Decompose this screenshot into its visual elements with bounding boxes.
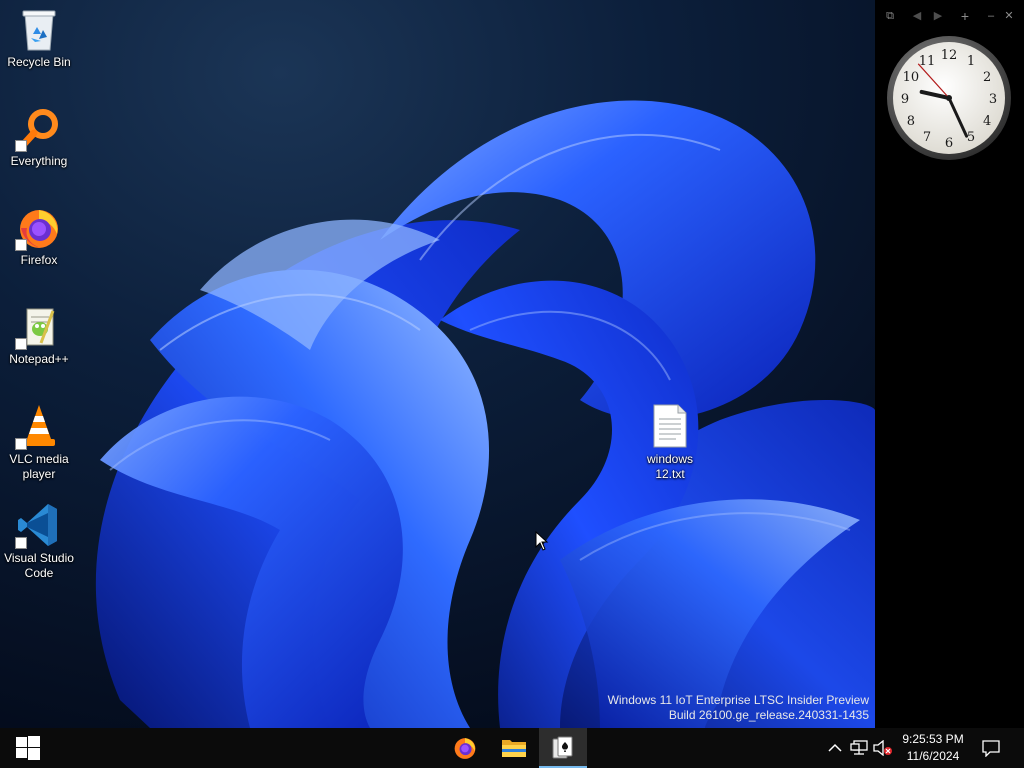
clock-numeral: 4 — [983, 114, 991, 129]
shortcut-arrow-icon — [15, 338, 27, 350]
desktop-icon-recycle-bin[interactable]: Recycle Bin — [1, 8, 77, 70]
clock-numeral: 10 — [903, 70, 920, 85]
clock-date: 11/6/2024 — [906, 749, 960, 763]
clock-pivot — [946, 95, 952, 101]
desktop-wallpaper — [0, 0, 875, 728]
minimize-icon[interactable]: – — [985, 9, 997, 23]
build-watermark: Windows 11 IoT Enterprise LTSC Insider P… — [608, 693, 869, 723]
desktop-file-windows12[interactable]: windows 12.txt — [632, 403, 708, 482]
shortcut-arrow-icon — [15, 438, 27, 450]
text-file-icon — [653, 404, 687, 448]
taskbar-firefox[interactable] — [441, 728, 489, 768]
volume-muted-icon — [873, 740, 892, 756]
prev-icon[interactable]: ◀ — [911, 9, 923, 23]
taskbar-solitaire[interactable] — [539, 728, 587, 768]
desktop-icon-label: VLC media player — [9, 452, 69, 481]
desktop-icon-label: Recycle Bin — [7, 55, 71, 69]
desktop-icon-firefox[interactable]: Firefox — [1, 206, 77, 268]
firefox-icon — [454, 738, 476, 759]
cards-icon — [552, 736, 573, 759]
clock-numeral: 9 — [901, 92, 909, 107]
network-icon — [850, 740, 868, 755]
next-icon[interactable]: ▶ — [932, 9, 944, 23]
desktop-icon-label: Everything — [10, 154, 68, 168]
desktop-icon-label: windows 12.txt — [646, 452, 694, 481]
clock-numeral: 5 — [967, 130, 975, 145]
clock-numeral: 8 — [907, 114, 915, 129]
watermark-line-1: Windows 11 IoT Enterprise LTSC Insider P… — [607, 693, 869, 707]
taskbar-clock[interactable]: 9:25:53 PM 11/6/2024 — [896, 731, 970, 765]
desktop-icon-vlc[interactable]: VLC media player — [1, 403, 77, 482]
clock-numeral: 7 — [923, 130, 931, 145]
desktop-icon-notepadpp[interactable]: Notepad++ — [1, 305, 77, 367]
taskbar: 9:25:53 PM 11/6/2024 — [0, 728, 1024, 768]
start-button[interactable] — [4, 728, 52, 768]
clock-numeral: 2 — [983, 70, 991, 85]
desktop-icon-everything[interactable]: Everything — [1, 107, 77, 169]
add-icon[interactable]: + — [959, 9, 971, 23]
desktop-icon-label: Notepad++ — [9, 352, 69, 366]
mouse-cursor-icon — [535, 531, 549, 551]
action-center-icon — [982, 740, 1000, 757]
volume-button[interactable] — [873, 738, 893, 758]
watermark-line-2: Build 26100.ge_release.240331-1435 — [668, 708, 869, 722]
clock-time: 9:25:53 PM — [902, 732, 964, 746]
shortcut-arrow-icon — [15, 537, 27, 549]
taskbar-file-explorer[interactable] — [490, 728, 538, 768]
network-button[interactable] — [849, 738, 869, 758]
clock-numeral: 1 — [967, 54, 975, 69]
close-icon[interactable]: ✕ — [1003, 9, 1015, 23]
chevron-up-icon — [828, 743, 842, 752]
desktop-icon-label: Visual Studio Code — [4, 551, 74, 580]
clock-numeral: 6 — [945, 136, 953, 151]
shortcut-arrow-icon — [15, 140, 27, 152]
folder-icon — [502, 740, 526, 757]
shortcut-arrow-icon — [15, 239, 27, 251]
action-center-button[interactable] — [981, 738, 1001, 758]
restore-icon[interactable]: ⧉ — [884, 9, 896, 23]
desktop-icon-label: Firefox — [20, 253, 58, 267]
windows-logo-icon — [16, 736, 40, 760]
clock-numeral: 3 — [989, 92, 997, 107]
clock-numeral: 12 — [941, 48, 958, 63]
desktop-icon-vscode[interactable]: Visual Studio Code — [1, 502, 77, 581]
recycle-bin-icon — [22, 10, 56, 51]
show-hidden-icons-button[interactable] — [825, 738, 845, 758]
clock-gadget[interactable]: 12 1234567891011 — [885, 34, 1013, 162]
